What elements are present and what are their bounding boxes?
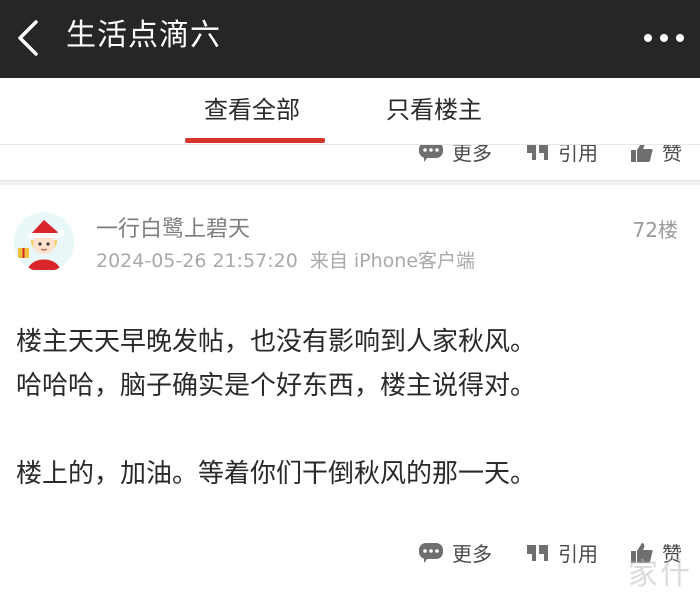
avatar[interactable] bbox=[14, 212, 74, 272]
quote-icon bbox=[527, 145, 548, 160]
more-options-button[interactable] bbox=[640, 18, 690, 58]
more-button-previous[interactable]: 更多 bbox=[418, 144, 492, 166]
tab-bar: 查看全部 只看楼主 bbox=[0, 78, 700, 144]
comment-bubble-icon bbox=[419, 542, 443, 563]
comment-bubble-icon bbox=[419, 145, 443, 162]
page-title: 生活点滴六 bbox=[66, 18, 221, 53]
more-button[interactable]: 更多 bbox=[418, 538, 492, 567]
like-button-previous[interactable]: 赞 bbox=[630, 144, 682, 166]
post-meta: 2024-05-26 21:57:20 来自 iPhone客户端 bbox=[96, 246, 475, 276]
previous-post-actions: 更多 引用 赞 bbox=[0, 144, 700, 181]
avatar-santa-girl-icon bbox=[14, 212, 74, 272]
back-arrow-icon bbox=[18, 20, 38, 56]
post-line: 楼主天天早晚发帖，也没有影响到人家秋风。 bbox=[16, 327, 537, 357]
like-label: 赞 bbox=[662, 144, 682, 165]
post-username[interactable]: 一行白鹭上碧天 bbox=[96, 214, 250, 246]
floor-number: 72楼 bbox=[632, 218, 678, 242]
more-label: 更多 bbox=[452, 542, 492, 566]
quote-button-previous[interactable]: 引用 bbox=[526, 144, 598, 166]
quote-label: 引用 bbox=[558, 542, 598, 566]
post-source: 来自 iPhone客户端 bbox=[309, 250, 476, 272]
watermark: 家什 bbox=[628, 557, 692, 592]
quote-button[interactable]: 引用 bbox=[526, 538, 598, 567]
tab-only-op[interactable]: 只看楼主 bbox=[386, 92, 482, 128]
more-label: 更多 bbox=[452, 144, 492, 165]
post-divider bbox=[0, 180, 700, 185]
back-button[interactable] bbox=[6, 12, 54, 62]
active-tab-indicator bbox=[185, 138, 325, 143]
post-datetime: 2024-05-26 21:57:20 bbox=[96, 250, 298, 272]
post-content: 楼主天天早晚发帖，也没有影响到人家秋风。 哈哈哈，脑子确实是个好东西，楼主说得对… bbox=[16, 320, 686, 496]
quote-label: 引用 bbox=[558, 144, 598, 165]
thumbs-up-icon bbox=[631, 145, 653, 162]
post-actions: 更多 引用 赞 bbox=[0, 534, 700, 570]
more-dots-icon bbox=[644, 34, 652, 42]
quote-icon bbox=[527, 544, 548, 561]
post-line: 楼上的，加油。等着你们干倒秋风的那一天。 bbox=[16, 459, 537, 489]
tab-view-all[interactable]: 查看全部 bbox=[204, 92, 300, 128]
title-bar: 生活点滴六 bbox=[0, 0, 700, 78]
post-line: 哈哈哈，脑子确实是个好东西，楼主说得对。 bbox=[16, 371, 537, 401]
